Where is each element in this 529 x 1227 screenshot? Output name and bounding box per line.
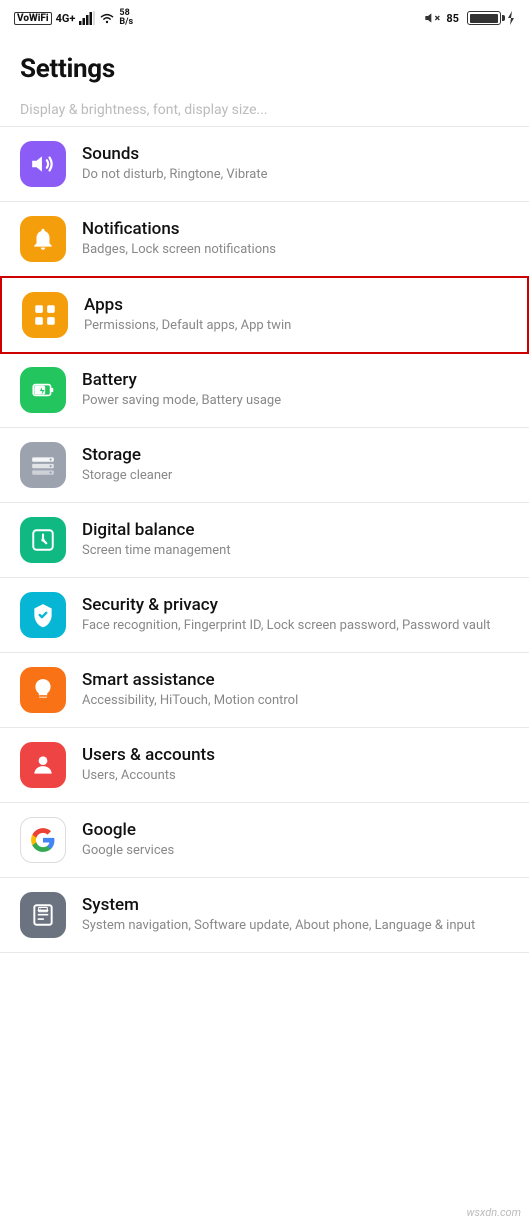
setting-item-users[interactable]: Users & accounts Users, Accounts [0,728,529,803]
setting-item-smart-assistance[interactable]: Smart assistance Accessibility, HiTouch,… [0,653,529,728]
users-title: Users & accounts [82,745,509,765]
sounds-icon [30,151,56,177]
page-title: Settings [0,36,529,94]
security-subtitle: Face recognition, Fingerprint ID, Lock s… [82,618,509,635]
system-text: System System navigation, Software updat… [82,895,509,935]
battery-title: Battery [82,370,509,390]
partial-item: Display & brightness, font, display size… [0,94,529,127]
wifi-icon [99,11,115,25]
setting-item-notifications[interactable]: Notifications Badges, Lock screen notifi… [0,202,529,277]
smart-assistance-title: Smart assistance [82,670,509,690]
storage-text: Storage Storage cleaner [82,445,509,485]
storage-title: Storage [82,445,509,465]
watermark: wsxdn.com [467,1206,521,1219]
settings-list: Sounds Do not disturb, Ringtone, Vibrate… [0,127,529,953]
apps-icon [32,302,58,328]
setting-item-battery[interactable]: Battery Power saving mode, Battery usage [0,353,529,428]
storage-subtitle: Storage cleaner [82,468,509,485]
users-subtitle: Users, Accounts [82,768,509,785]
smart-assistance-icon-bg [20,667,66,713]
security-icon-bg [20,592,66,638]
status-left: VoWiFi 4G+ 58B/s [14,9,133,27]
battery-text: Battery Power saving mode, Battery usage [82,370,509,410]
vowifi-label: VoWiFi [14,12,52,25]
setting-item-apps[interactable]: Apps Permissions, Default apps, App twin [0,276,529,354]
signal-icon [79,11,95,25]
smart-assistance-text: Smart assistance Accessibility, HiTouch,… [82,670,509,710]
sounds-subtitle: Do not disturb, Ringtone, Vibrate [82,167,509,184]
network-type: 4G+ [56,12,76,25]
status-bar: VoWiFi 4G+ 58B/s 85 [0,0,529,36]
sounds-icon-bg [20,141,66,187]
security-icon [30,602,56,628]
google-subtitle: Google services [82,843,509,860]
svg-text:i: i [40,907,41,912]
battery-setting-icon [30,377,56,403]
apps-text: Apps Permissions, Default apps, App twin [84,295,507,335]
security-text: Security & privacy Face recognition, Fin… [82,595,509,635]
setting-item-google[interactable]: Google Google services [0,803,529,878]
apps-title: Apps [84,295,507,315]
system-icon: i [30,902,56,928]
users-icon [30,752,56,778]
google-text: Google Google services [82,820,509,860]
setting-item-digital-balance[interactable]: Digital balance Screen time management [0,503,529,578]
digital-balance-icon [30,527,56,553]
digital-balance-text: Digital balance Screen time management [82,520,509,560]
users-text: Users & accounts Users, Accounts [82,745,509,785]
sounds-title: Sounds [82,144,509,164]
notifications-text: Notifications Badges, Lock screen notifi… [82,219,509,259]
system-title: System [82,895,509,915]
battery-level: 85 [446,12,459,25]
smart-assistance-icon [30,677,56,703]
security-title: Security & privacy [82,595,509,615]
storage-icon [30,452,56,478]
battery-subtitle: Power saving mode, Battery usage [82,393,509,410]
battery-icon [467,11,501,25]
speed-label: 58B/s [119,9,133,27]
digital-balance-title: Digital balance [82,520,509,540]
setting-item-storage[interactable]: Storage Storage cleaner [0,428,529,503]
storage-icon-bg [20,442,66,488]
notifications-subtitle: Badges, Lock screen notifications [82,242,509,259]
notifications-icon [30,226,56,252]
apps-icon-bg [22,292,68,338]
setting-item-security[interactable]: Security & privacy Face recognition, Fin… [0,578,529,653]
google-title: Google [82,820,509,840]
system-subtitle: System navigation, Software update, Abou… [82,918,509,935]
google-icon-bg [20,817,66,863]
battery-icon-bg [20,367,66,413]
users-icon-bg [20,742,66,788]
smart-assistance-subtitle: Accessibility, HiTouch, Motion control [82,693,509,710]
setting-item-sounds[interactable]: Sounds Do not disturb, Ringtone, Vibrate [0,127,529,202]
digital-balance-icon-bg [20,517,66,563]
charging-icon [507,11,515,25]
setting-item-system[interactable]: i System System navigation, Software upd… [0,878,529,953]
apps-subtitle: Permissions, Default apps, App twin [84,318,507,335]
sounds-text: Sounds Do not disturb, Ringtone, Vibrate [82,144,509,184]
notifications-title: Notifications [82,219,509,239]
google-icon [30,827,56,853]
status-right: 85 [424,10,515,26]
system-icon-bg: i [20,892,66,938]
notifications-icon-bg [20,216,66,262]
mute-icon [424,10,440,26]
digital-balance-subtitle: Screen time management [82,543,509,560]
